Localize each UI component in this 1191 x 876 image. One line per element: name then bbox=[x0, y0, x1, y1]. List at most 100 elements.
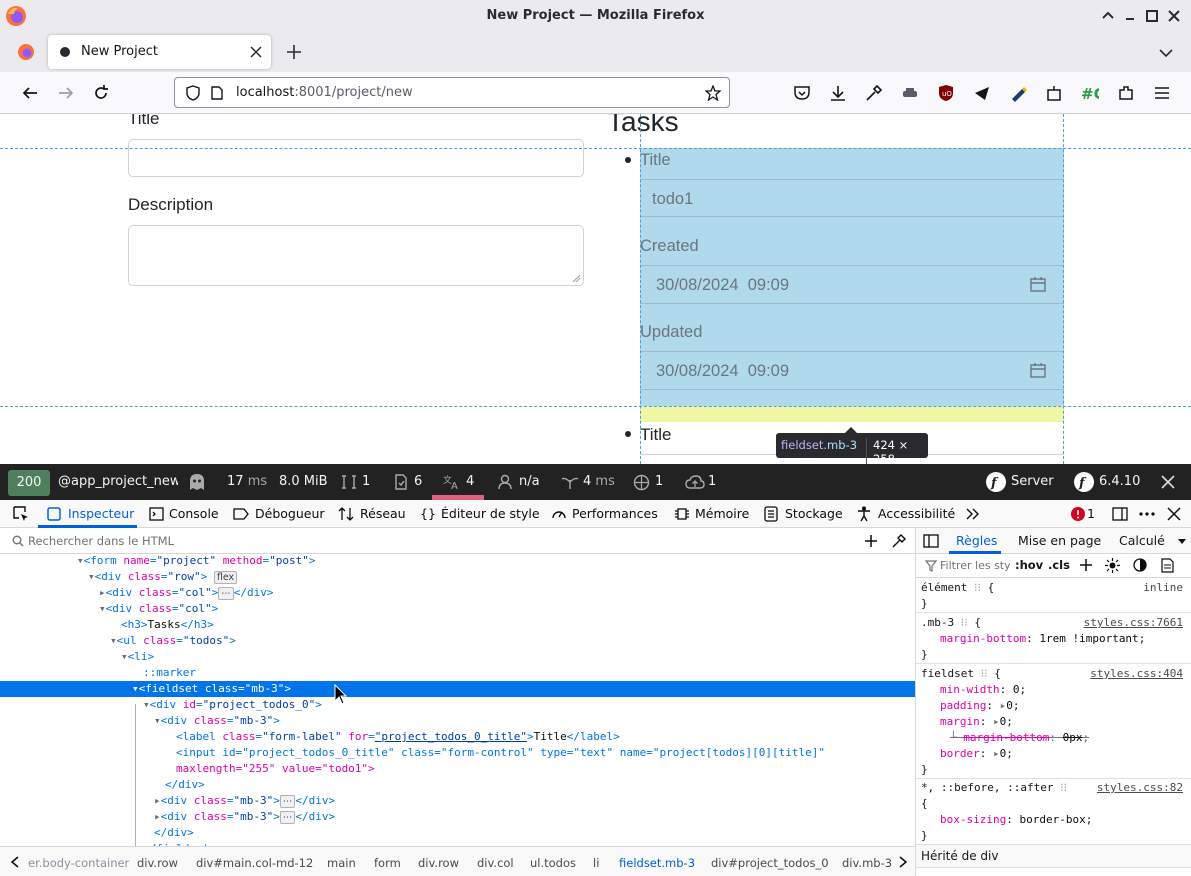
markup-input-node-cont[interactable]: maxlength="255" value="todo1"> bbox=[0, 761, 915, 777]
breadcrumb-item[interactable]: li bbox=[593, 856, 599, 870]
extension-grammar-icon[interactable]: #G bbox=[1081, 84, 1099, 102]
rule-declaration[interactable]: border: ▸0; bbox=[940, 747, 1013, 760]
markup-input-node[interactable]: <input id="project_todos_0_title" class=… bbox=[0, 745, 915, 761]
validator-count[interactable]: 6 bbox=[414, 474, 422, 489]
dark-mode-icon[interactable] bbox=[1133, 558, 1147, 572]
todo-title-input[interactable]: todo1 bbox=[652, 190, 693, 209]
markup-div-col-node[interactable]: ▸<div class="col"> ⋯ </div> bbox=[0, 585, 915, 601]
rule-source-link[interactable]: styles.css:404 bbox=[1090, 667, 1183, 680]
translation-icon[interactable]: 文A bbox=[443, 474, 461, 490]
firefox-view-icon[interactable] bbox=[17, 43, 35, 61]
toggle-sidebar-icon[interactable] bbox=[923, 533, 939, 549]
close-window-icon[interactable] bbox=[1165, 7, 1183, 25]
tab-inspecteur[interactable]: Inspecteur bbox=[68, 506, 134, 521]
markup-div-mb3-collapsed[interactable]: ▸<div class="mb-3"> ⋯ </div> bbox=[0, 809, 915, 825]
minimize-icon[interactable] bbox=[1121, 7, 1139, 25]
markup-div-project-todos-node[interactable]: ▾<div id="project_todos_0"> bbox=[0, 697, 915, 713]
pocket-icon[interactable] bbox=[793, 84, 811, 102]
markup-fieldset-node-selected[interactable]: ▾<fieldset class="mb-3"> bbox=[0, 681, 915, 697]
tab-regles[interactable]: Règles bbox=[956, 533, 997, 548]
breadcrumb-item[interactable]: er.body-container bbox=[28, 856, 129, 870]
calendar-icon[interactable] bbox=[1030, 362, 1046, 378]
markup-div-row-node[interactable]: ▾<div class="row"> flex bbox=[0, 569, 915, 585]
twig-icon[interactable] bbox=[561, 474, 579, 490]
status-code-badge[interactable]: 200 bbox=[8, 470, 50, 496]
rule-declaration[interactable]: min-width: 0; bbox=[940, 683, 1026, 696]
tab-memoire[interactable]: Mémoire bbox=[695, 506, 749, 521]
tab-accessibilite[interactable]: Accessibilité bbox=[878, 506, 955, 521]
symfony-logo-icon[interactable]: f bbox=[986, 472, 1006, 492]
error-count[interactable]: 1 bbox=[1087, 506, 1095, 521]
breadcrumb-scroll-right-icon[interactable] bbox=[898, 856, 908, 868]
rule-selector-mb3[interactable]: .mb-3 ⁝⁝ { bbox=[921, 616, 981, 629]
markup-div-mb3-collapsed[interactable]: ▸<div class="mb-3"> ⋯ </div> bbox=[0, 793, 915, 809]
forms-icon[interactable] bbox=[341, 474, 357, 490]
forms-count[interactable]: 1 bbox=[362, 474, 370, 489]
styles-filter-input[interactable]: Filtrer les styles bbox=[940, 559, 1010, 572]
symfony-logo-icon[interactable]: f bbox=[1074, 472, 1094, 492]
tab-performances[interactable]: Performances bbox=[572, 506, 658, 521]
rule-declaration[interactable]: margin-bottom: 1rem !important; bbox=[940, 632, 1145, 645]
breadcrumb-item[interactable]: div#project_todos_0 bbox=[711, 856, 829, 870]
project-description-textarea[interactable] bbox=[128, 225, 584, 286]
tab-debogueur[interactable]: Débogueur bbox=[255, 506, 325, 521]
translation-count[interactable]: 4 bbox=[466, 474, 474, 489]
http-client-icon[interactable] bbox=[633, 474, 650, 491]
markup-div-col-node[interactable]: ▾<div class="col"> bbox=[0, 601, 915, 617]
server-label[interactable]: Server bbox=[1011, 474, 1054, 489]
tab-console[interactable]: Console bbox=[169, 506, 219, 521]
breadcrumb-item[interactable]: ul.todos bbox=[530, 856, 576, 870]
html-search-input[interactable]: Rechercher dans le HTML bbox=[28, 534, 174, 548]
markup-label-node[interactable]: <label class="form-label" for="project_t… bbox=[0, 729, 915, 745]
breadcrumb-item[interactable]: div.row bbox=[418, 856, 459, 870]
memory-usage[interactable]: 8.0 MiB bbox=[279, 474, 328, 489]
cache-cloud-icon[interactable] bbox=[685, 474, 705, 490]
close-toolbar-icon[interactable] bbox=[1161, 475, 1175, 489]
tab-reseau[interactable]: Réseau bbox=[360, 506, 406, 521]
app-menu-icon[interactable] bbox=[1153, 84, 1171, 102]
reload-icon[interactable] bbox=[92, 84, 110, 102]
extension-car-icon[interactable] bbox=[901, 84, 919, 102]
add-rule-icon[interactable] bbox=[1079, 558, 1093, 572]
markup-li-node[interactable]: ▾<li> bbox=[0, 649, 915, 665]
hov-toggle[interactable]: :hov bbox=[1015, 558, 1043, 572]
rule-overridden-declaration[interactable]: └ margin-bottom: 0px; bbox=[950, 731, 1089, 744]
breadcrumb-item[interactable]: div.mb-3 bbox=[842, 856, 892, 870]
more-options-icon[interactable] bbox=[1138, 506, 1156, 522]
extension-robot-icon[interactable] bbox=[1045, 84, 1063, 102]
ghost-icon[interactable] bbox=[187, 472, 207, 492]
http-client-count[interactable]: 1 bbox=[655, 474, 663, 489]
extension-arrow-icon[interactable] bbox=[973, 84, 991, 102]
updated-datetime-input[interactable]: 30/08/2024 09:09 bbox=[656, 362, 789, 381]
breadcrumb-item[interactable]: form bbox=[374, 856, 401, 870]
flex-badge[interactable]: flex bbox=[213, 571, 238, 584]
tab-stockage[interactable]: Stockage bbox=[785, 506, 843, 521]
twig-time[interactable]: 4 ms bbox=[583, 474, 615, 489]
close-devtools-icon[interactable] bbox=[1167, 507, 1181, 521]
tab-calcule[interactable]: Calculé bbox=[1119, 533, 1165, 548]
error-icon[interactable] bbox=[1071, 507, 1085, 521]
breadcrumb-scroll-left-icon[interactable] bbox=[10, 856, 20, 868]
project-title-input[interactable] bbox=[128, 139, 584, 177]
element-picker-icon[interactable] bbox=[13, 506, 29, 522]
bookmark-star-icon[interactable] bbox=[705, 85, 721, 101]
tab-new-project[interactable]: New Project bbox=[48, 35, 271, 69]
symfony-version[interactable]: 6.4.10 bbox=[1099, 474, 1140, 489]
new-tab-icon[interactable] bbox=[286, 44, 302, 60]
user-value[interactable]: n/a bbox=[519, 474, 540, 489]
validator-icon[interactable] bbox=[393, 474, 409, 490]
rule-selector-universal[interactable]: *, ::before, ::after ⁝⁝ bbox=[921, 781, 1067, 794]
page-info-icon[interactable] bbox=[209, 85, 225, 101]
list-tabs-chevron-icon[interactable] bbox=[1158, 45, 1174, 61]
cache-count[interactable]: 1 bbox=[708, 474, 716, 489]
breadcrumb-item[interactable]: div.row bbox=[137, 856, 178, 870]
light-mode-sun-icon[interactable] bbox=[1105, 558, 1120, 573]
tab-editeur-de-style[interactable]: Éditeur de style bbox=[441, 506, 540, 521]
forward-icon[interactable] bbox=[57, 84, 75, 102]
rule-source-link[interactable]: styles.css:82 bbox=[1097, 781, 1183, 794]
request-time[interactable]: 17 ms bbox=[227, 474, 267, 489]
breadcrumb-item-current[interactable]: fieldset.mb-3 bbox=[619, 856, 695, 870]
ublock-origin-icon[interactable]: uO bbox=[937, 84, 955, 102]
tab-mise-en-page[interactable]: Mise en page bbox=[1018, 533, 1101, 548]
markup-div-mb3-node[interactable]: ▾<div class="mb-3"> bbox=[0, 713, 915, 729]
